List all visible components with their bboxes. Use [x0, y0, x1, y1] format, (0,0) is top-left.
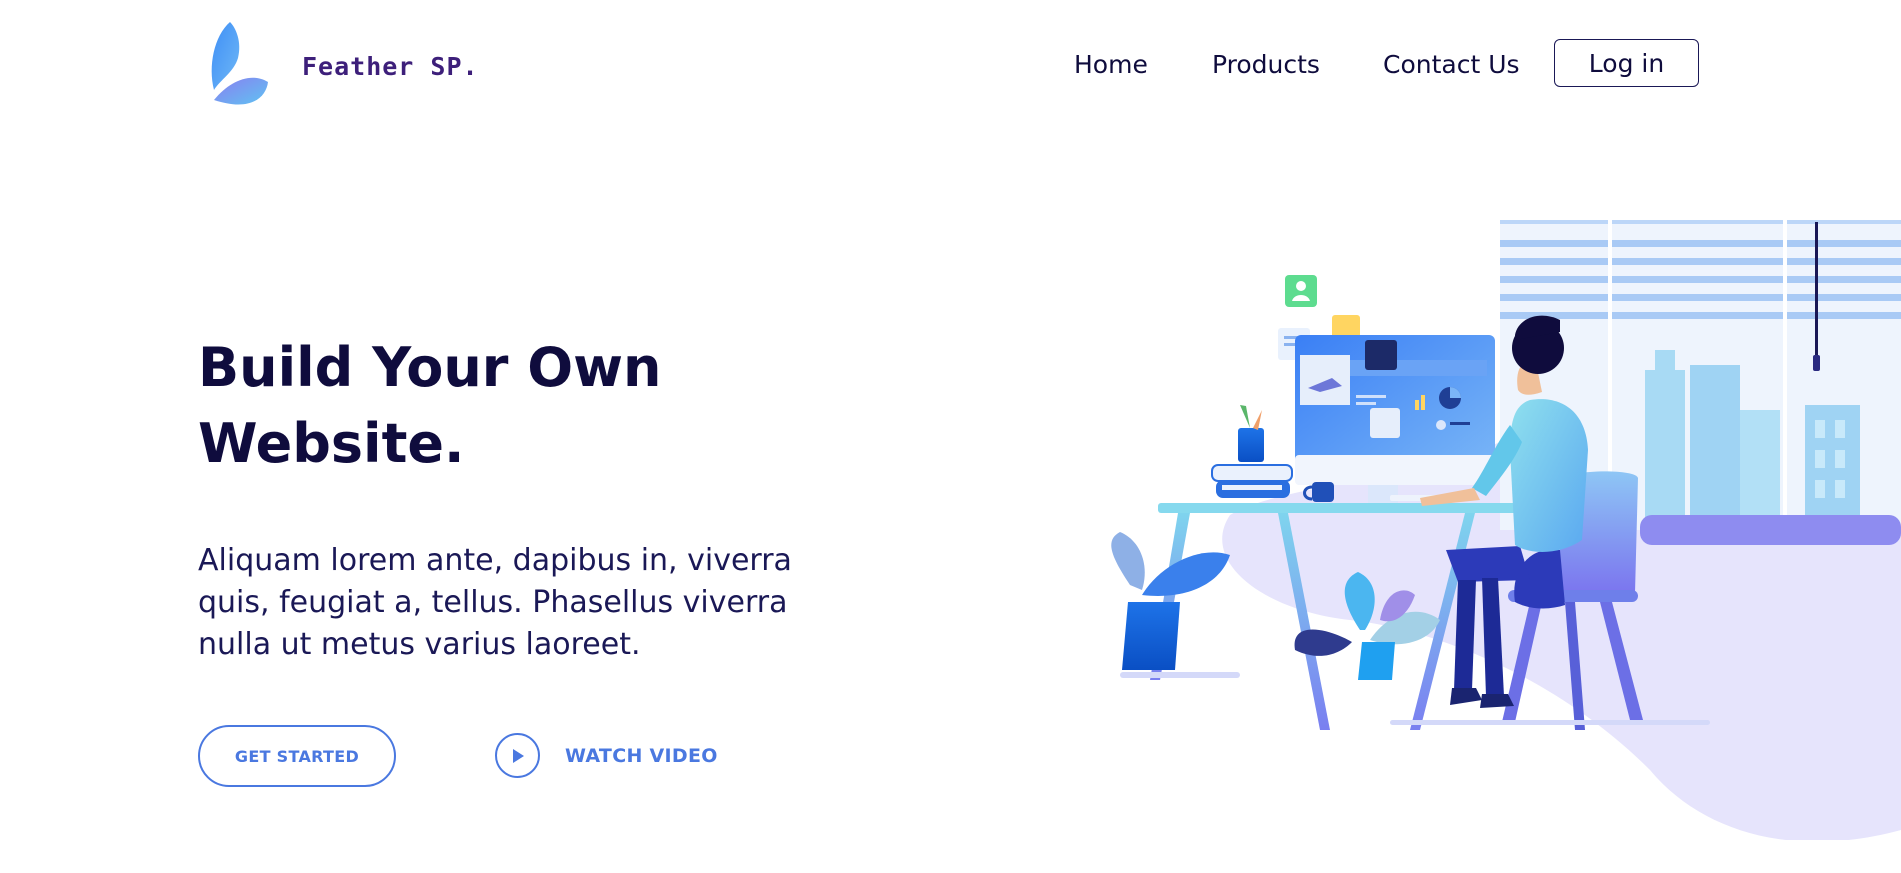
hero-title: Build Your Own Website. [198, 330, 758, 482]
hero-title-line-1: Build Your Own [198, 336, 662, 399]
hero-description: Aliquam lorem ante, dapibus in, viverra … [198, 543, 792, 662]
workspace-illustration [1111, 220, 1901, 840]
watch-video-link[interactable]: WATCH VIDEO [495, 733, 718, 778]
nav-contact-us[interactable]: Contact Us [1383, 50, 1520, 79]
nav-home[interactable]: Home [1074, 50, 1148, 79]
monitor-illustration [1295, 335, 1495, 505]
login-button[interactable]: Log in [1554, 39, 1699, 87]
watch-video-label: WATCH VIDEO [565, 744, 718, 767]
get-started-button[interactable]: GET STARTED [198, 725, 396, 787]
feather-logo-icon [211, 22, 268, 105]
play-icon [512, 748, 524, 763]
nav-products[interactable]: Products [1212, 50, 1320, 79]
hero-title-line-2: Website. [198, 412, 465, 475]
brand-name: Feather SP. [302, 51, 479, 81]
play-button[interactable] [495, 733, 540, 778]
logo[interactable]: Feather SP. [200, 20, 479, 108]
